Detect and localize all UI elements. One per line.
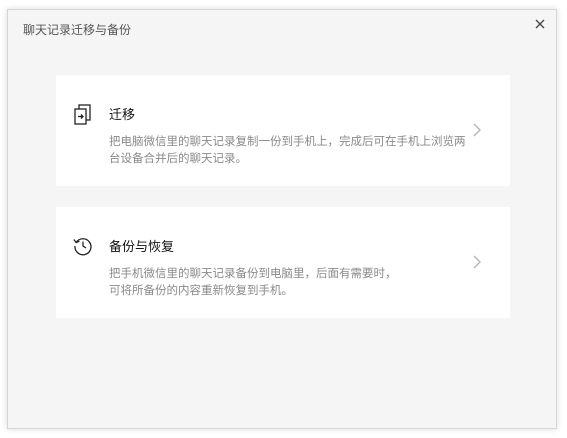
backup-restore-option-card[interactable]: 备份与恢复 把手机微信里的聊天记录备份到电脑里，后面有需要时， 可将所备份的内容… bbox=[56, 207, 510, 318]
backup-restore-description: 把手机微信里的聊天记录备份到电脑里，后面有需要时， 可将所备份的内容重新恢复到手… bbox=[109, 265, 469, 299]
chevron-right-icon bbox=[472, 254, 482, 270]
migrate-option-card[interactable]: 迁移 把电脑微信里的聊天记录复制一份到手机上，完成后可在手机上浏览两台设备合并后… bbox=[56, 75, 510, 186]
migrate-description: 把电脑微信里的聊天记录复制一份到手机上，完成后可在手机上浏览两台设备合并后的聊天… bbox=[109, 134, 466, 165]
history-icon bbox=[72, 235, 94, 257]
migrate-backup-window: 聊天记录迁移与备份 迁移 把电脑微信里的聊天记录复制一份到手机上，完成后可在手机… bbox=[7, 9, 557, 429]
chevron-right-icon bbox=[472, 122, 482, 138]
backup-desc-line-2: 可将所备份的内容重新恢复到手机。 bbox=[109, 283, 293, 297]
close-icon bbox=[535, 19, 545, 29]
backup-restore-title: 备份与恢复 bbox=[109, 240, 175, 255]
close-button[interactable] bbox=[532, 16, 548, 32]
migrate-title: 迁移 bbox=[109, 108, 136, 123]
window-title: 聊天记录迁移与备份 bbox=[23, 23, 132, 37]
migrate-icon bbox=[72, 103, 94, 125]
backup-desc-line-1: 把手机微信里的聊天记录备份到电脑里，后面有需要时， bbox=[109, 266, 397, 280]
